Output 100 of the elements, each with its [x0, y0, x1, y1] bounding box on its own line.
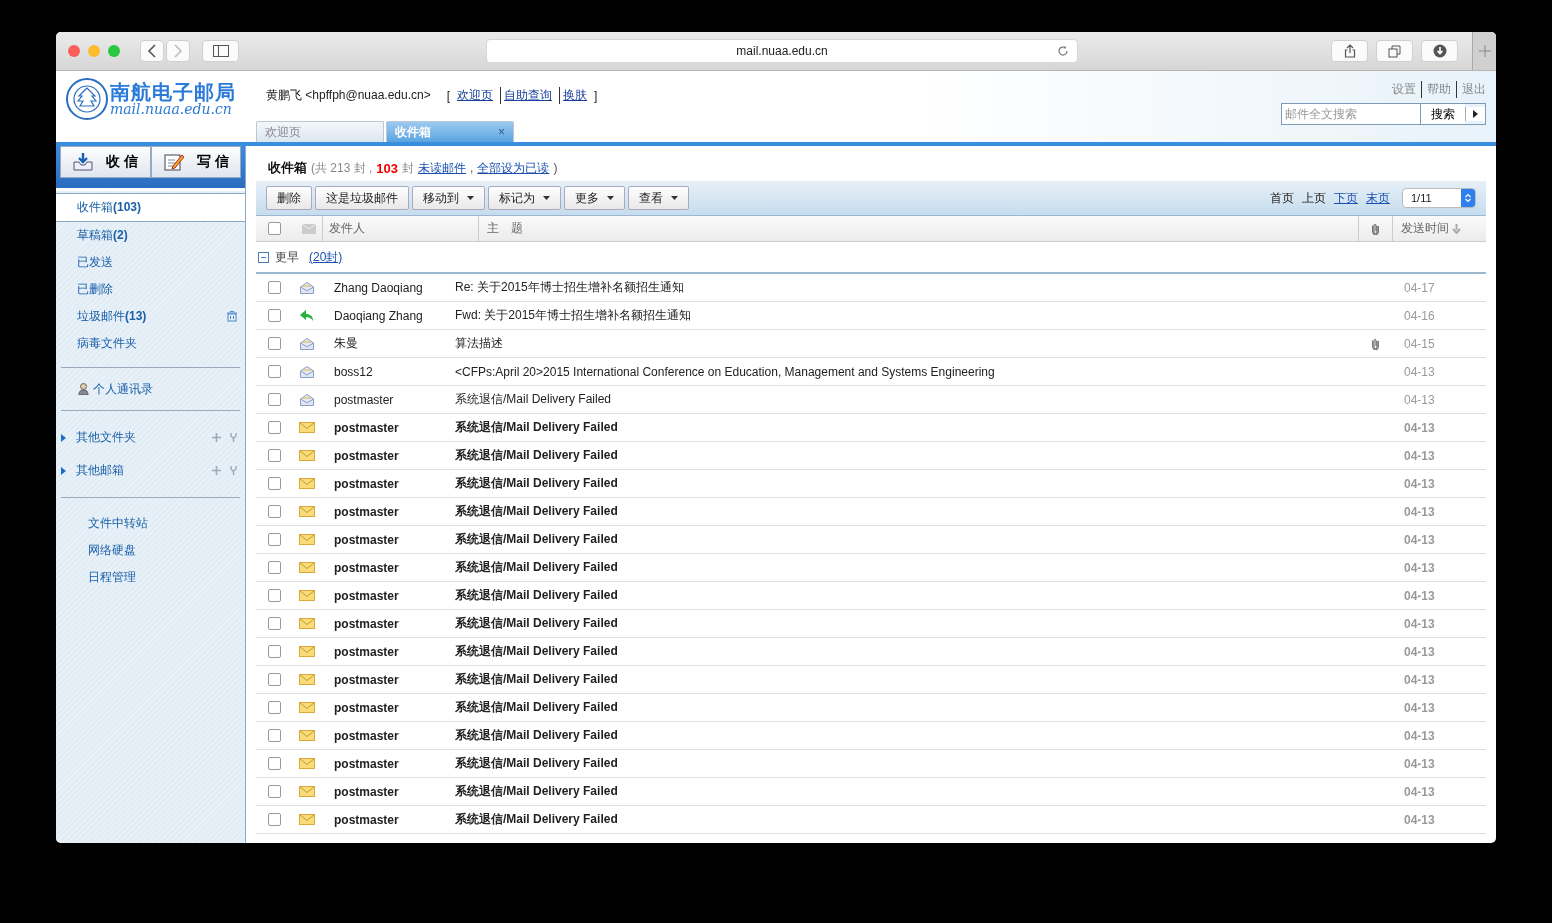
row-checkbox[interactable]	[267, 449, 281, 462]
subject[interactable]: Fwd: 关于2015年博士招生增补名额招生通知	[447, 307, 1358, 324]
add-icon[interactable]	[212, 466, 221, 475]
row-checkbox[interactable]	[267, 393, 281, 406]
toolbar-button[interactable]: 查看	[628, 186, 689, 210]
mail-action-button[interactable]: 收 信	[60, 146, 151, 178]
subject[interactable]: 算法描述	[447, 335, 1358, 352]
sidebar-toggle-button[interactable]	[202, 40, 239, 62]
toolbar-button[interactable]: 删除	[266, 186, 312, 210]
empty-trash-icon[interactable]	[227, 311, 237, 322]
reload-icon[interactable]	[1057, 45, 1069, 57]
row-checkbox[interactable]	[267, 561, 281, 574]
subject[interactable]: 系统退信/Mail Delivery Failed	[447, 391, 1358, 408]
close-window-button[interactable]	[68, 45, 80, 57]
fork-icon[interactable]	[230, 433, 237, 442]
subject[interactable]: 系统退信/Mail Delivery Failed	[447, 531, 1358, 548]
sender[interactable]: Zhang Daoqiang	[322, 280, 447, 295]
subject[interactable]: 系统退信/Mail Delivery Failed	[447, 475, 1358, 492]
sender[interactable]: 朱曼	[322, 335, 447, 352]
subject[interactable]: Re: 关于2015年博士招生增补名额招生通知	[447, 279, 1358, 296]
address-bar[interactable]: mail.nuaa.edu.cn	[486, 39, 1078, 63]
tool-link[interactable]: 日程管理	[88, 564, 245, 591]
row-checkbox[interactable]	[267, 281, 281, 294]
subject[interactable]: <CFPs:April 20>2015 International Conference on Education, Management and Systems Engineering	[447, 364, 1358, 379]
fork-icon[interactable]	[230, 466, 237, 475]
group-count-link[interactable]: (20封)	[309, 248, 343, 266]
row-checkbox[interactable]	[267, 785, 281, 798]
sender[interactable]: postmaster	[322, 644, 447, 659]
mark-all-read-link[interactable]: 全部设为已读	[477, 159, 550, 177]
row-checkbox[interactable]	[267, 617, 281, 630]
sender[interactable]: postmaster	[322, 504, 447, 519]
search-field[interactable]: 邮件全文搜索	[1282, 104, 1421, 124]
folder-group[interactable]: 其他邮箱	[76, 462, 124, 479]
sender[interactable]: Daoqiang Zhang	[322, 308, 447, 323]
search-button[interactable]: 搜索	[1421, 104, 1465, 124]
contacts-link[interactable]: 个人通讯录	[56, 378, 245, 400]
tool-link[interactable]: 文件中转站	[88, 510, 245, 537]
sender[interactable]: postmaster	[322, 448, 447, 463]
toolbar-button[interactable]: 更多	[564, 186, 625, 210]
folder-item[interactable]: 已删除	[56, 276, 245, 303]
sender[interactable]: postmaster	[322, 756, 447, 771]
row-checkbox[interactable]	[267, 813, 281, 826]
subject[interactable]: 系统退信/Mail Delivery Failed	[447, 419, 1358, 436]
subject[interactable]: 系统退信/Mail Delivery Failed	[447, 447, 1358, 464]
row-checkbox[interactable]	[267, 701, 281, 714]
row-checkbox[interactable]	[267, 533, 281, 546]
subject[interactable]: 系统退信/Mail Delivery Failed	[447, 699, 1358, 716]
column-header[interactable]: 发送时间	[1392, 216, 1486, 241]
tabs-overview-button[interactable]	[1376, 40, 1413, 62]
toolbar-button[interactable]: 移动到	[412, 186, 485, 210]
subject[interactable]: 系统退信/Mail Delivery Failed	[447, 783, 1358, 800]
stepper-icon[interactable]	[1461, 189, 1475, 207]
row-checkbox[interactable]	[267, 505, 281, 518]
download-button[interactable]	[1421, 40, 1458, 62]
header-link[interactable]: 自助查询	[500, 87, 556, 104]
new-tab-button[interactable]	[1472, 32, 1496, 70]
sender[interactable]: postmaster	[322, 588, 447, 603]
subject[interactable]: 系统退信/Mail Delivery Failed	[447, 559, 1358, 576]
unread-link[interactable]: 未读邮件	[418, 159, 467, 177]
close-tab-icon[interactable]: ×	[498, 125, 505, 139]
subject[interactable]: 系统退信/Mail Delivery Failed	[447, 615, 1358, 632]
sender[interactable]: postmaster	[322, 476, 447, 491]
row-checkbox[interactable]	[267, 337, 281, 350]
expand-arrow-icon[interactable]	[61, 433, 66, 442]
row-checkbox[interactable]	[267, 645, 281, 658]
header-link[interactable]: 换肤	[559, 87, 591, 104]
tab[interactable]: 收件箱 ×	[386, 121, 514, 142]
select-all-checkbox[interactable]	[267, 222, 281, 235]
row-checkbox[interactable]	[267, 309, 281, 322]
header-link[interactable]: 欢迎页	[454, 87, 497, 104]
sender[interactable]: postmaster	[322, 560, 447, 575]
row-checkbox[interactable]	[267, 589, 281, 602]
sender[interactable]: postmaster	[322, 616, 447, 631]
folder-item[interactable]: 病毒文件夹	[56, 330, 245, 357]
sender[interactable]: postmaster	[322, 812, 447, 827]
share-button[interactable]	[1331, 40, 1368, 62]
subject[interactable]: 系统退信/Mail Delivery Failed	[447, 727, 1358, 744]
tool-link[interactable]: 网络硬盘	[88, 537, 245, 564]
sender[interactable]: boss12	[322, 364, 447, 379]
row-checkbox[interactable]	[267, 729, 281, 742]
column-header[interactable]: 发件人	[322, 216, 478, 241]
pager-link[interactable]: 末页	[1366, 189, 1390, 207]
sender[interactable]: postmaster	[322, 392, 447, 407]
subject[interactable]: 系统退信/Mail Delivery Failed	[447, 643, 1358, 660]
row-checkbox[interactable]	[267, 365, 281, 378]
row-checkbox[interactable]	[267, 757, 281, 770]
folder-group[interactable]: 其他文件夹	[76, 429, 136, 446]
sender[interactable]: postmaster	[322, 700, 447, 715]
subject[interactable]: 系统退信/Mail Delivery Failed	[447, 587, 1358, 604]
add-icon[interactable]	[212, 433, 221, 442]
subject[interactable]: 系统退信/Mail Delivery Failed	[447, 671, 1358, 688]
collapse-icon[interactable]	[258, 251, 269, 263]
folder-item[interactable]: 已发送	[56, 249, 245, 276]
row-checkbox[interactable]	[267, 673, 281, 686]
column-header[interactable]: 主 题	[478, 216, 1358, 241]
subject[interactable]: 系统退信/Mail Delivery Failed	[447, 811, 1358, 828]
sender[interactable]: postmaster	[322, 672, 447, 687]
toolbar-button[interactable]: 这是垃圾邮件	[315, 186, 409, 210]
subject[interactable]: 系统退信/Mail Delivery Failed	[447, 755, 1358, 772]
folder-item[interactable]: 收件箱(103)	[56, 193, 245, 222]
